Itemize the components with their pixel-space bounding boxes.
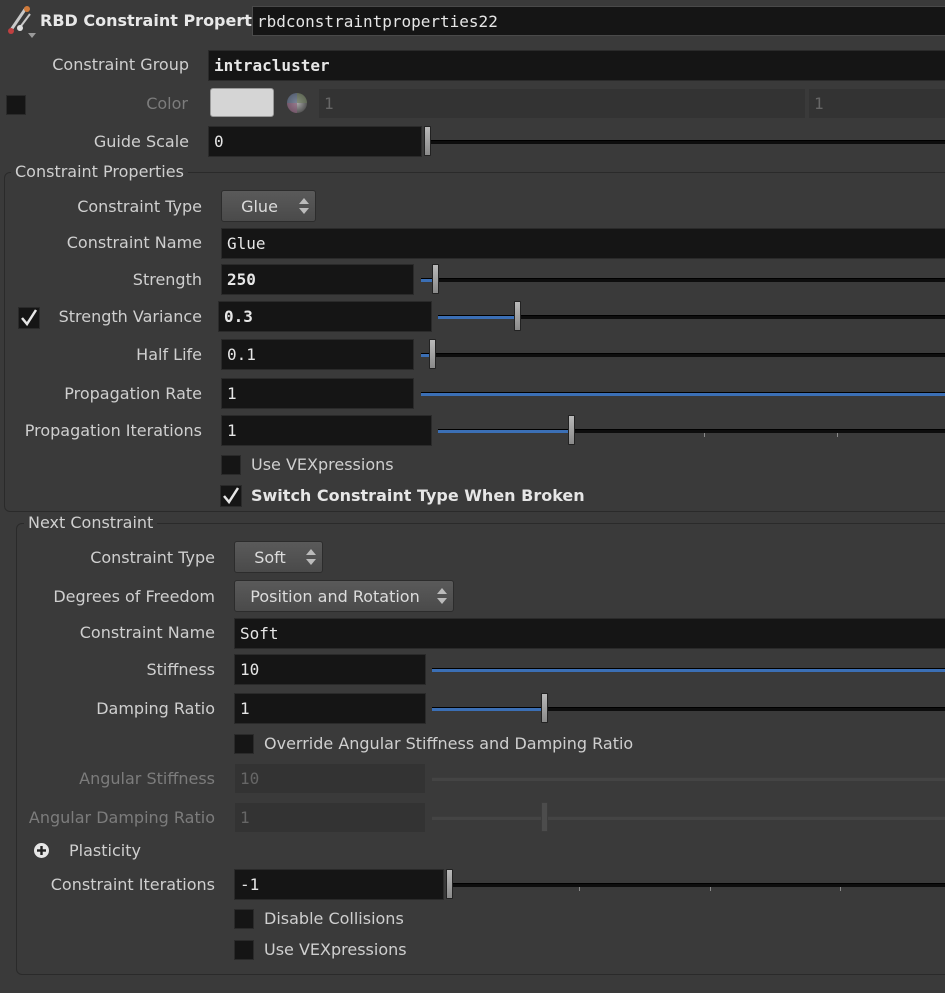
next-use-vexpressions-checkbox[interactable] <box>234 940 254 960</box>
half-life-label: Half Life <box>136 345 202 364</box>
propagation-rate-field[interactable]: 1 <box>221 378 414 409</box>
guide-scale-label: Guide Scale <box>93 132 189 151</box>
node-name-field[interactable]: rbdconstraintproperties22 <box>252 6 945 36</box>
damping-ratio-label: Damping Ratio <box>96 699 215 718</box>
next-constraint-name-field[interactable]: Soft <box>234 618 945 649</box>
override-angular-label: Override Angular Stiffness and Damping R… <box>264 734 634 753</box>
strength-variance-slider-handle[interactable] <box>514 301 521 331</box>
propagation-iterations-field[interactable]: 1 <box>221 415 432 446</box>
angular-stiffness-slider[interactable] <box>432 777 945 781</box>
color-wheel-icon[interactable] <box>286 92 308 114</box>
constraint-iterations-slider-handle[interactable] <box>446 869 453 899</box>
plasticity-folder-label[interactable]: Plasticity <box>69 841 141 860</box>
constraint-name-label: Constraint Name <box>66 233 202 252</box>
propagation-iterations-slider-handle[interactable] <box>568 415 575 445</box>
color-value-1[interactable]: 1 <box>318 88 806 119</box>
angular-damping-slider[interactable] <box>432 816 945 820</box>
half-life-field[interactable]: 0.1 <box>221 339 414 370</box>
dof-menu[interactable]: Position and Rotation <box>234 580 454 612</box>
constraint-group-field[interactable]: intracluster <box>208 50 945 81</box>
override-angular-checkbox[interactable] <box>234 734 254 754</box>
rbd-node-icon[interactable] <box>6 4 36 38</box>
constraint-properties-title: Constraint Properties <box>11 162 188 181</box>
use-vexpressions-label: Use VEXpressions <box>251 455 394 474</box>
disable-collisions-label: Disable Collisions <box>264 909 404 928</box>
constraint-iterations-label: Constraint Iterations <box>50 875 215 894</box>
angular-damping-label: Angular Damping Ratio <box>28 808 215 827</box>
strength-slider-handle[interactable] <box>432 264 439 294</box>
constraint-type-value: Glue <box>241 197 278 216</box>
slider-tick <box>710 887 711 891</box>
damping-ratio-field[interactable]: 1 <box>234 693 426 724</box>
stiffness-label: Stiffness <box>146 660 215 679</box>
slider-tick <box>840 887 841 891</box>
slider-tick <box>704 433 705 437</box>
up-down-arrows-icon <box>437 588 447 604</box>
guide-scale-slider-handle[interactable] <box>424 126 431 156</box>
propagation-iterations-slider[interactable] <box>438 429 945 433</box>
angular-stiffness-label: Angular Stiffness <box>79 769 215 788</box>
color-swatch[interactable] <box>210 88 274 117</box>
angular-stiffness-field[interactable]: 10 <box>234 763 426 794</box>
dof-label: Degrees of Freedom <box>53 587 215 606</box>
use-vexpressions-checkbox[interactable] <box>221 455 241 475</box>
up-down-arrows-icon <box>306 549 316 565</box>
slider-tick <box>837 433 838 437</box>
guide-scale-field[interactable]: 0 <box>208 126 422 157</box>
strength-variance-field[interactable]: 0.3 <box>218 301 432 332</box>
disable-collisions-checkbox[interactable] <box>234 909 254 929</box>
constraint-group-label: Constraint Group <box>52 55 189 74</box>
constraint-iterations-field[interactable]: -1 <box>234 869 444 900</box>
switch-type-label: Switch Constraint Type When Broken <box>251 486 585 505</box>
propagation-rate-label: Propagation Rate <box>64 384 202 403</box>
next-constraint-title: Next Constraint <box>24 513 158 532</box>
switch-type-checkbox[interactable] <box>220 485 242 507</box>
color-value-2[interactable]: 1 <box>808 88 945 119</box>
angular-damping-slider-handle[interactable] <box>541 802 548 832</box>
next-constraint-type-menu[interactable]: Soft <box>234 541 323 573</box>
angular-damping-field[interactable]: 1 <box>234 802 426 833</box>
strength-field[interactable]: 250 <box>221 264 414 295</box>
half-life-slider[interactable] <box>421 353 945 357</box>
damping-ratio-slider-handle[interactable] <box>541 693 548 723</box>
strength-slider[interactable] <box>421 278 945 282</box>
color-label: Color <box>146 94 188 113</box>
strength-variance-label: Strength Variance <box>58 307 202 326</box>
dof-value: Position and Rotation <box>250 587 420 606</box>
node-type-title: RBD Constraint Properties <box>40 11 278 30</box>
propagation-iterations-label: Propagation Iterations <box>24 421 202 440</box>
stiffness-field[interactable]: 10 <box>234 654 426 685</box>
stiffness-slider[interactable] <box>432 668 945 672</box>
expand-plus-icon[interactable] <box>33 842 50 859</box>
guide-scale-slider[interactable] <box>426 140 945 144</box>
slider-tick <box>579 887 580 891</box>
constraint-iterations-slider[interactable] <box>449 883 945 887</box>
constraint-type-label: Constraint Type <box>77 197 202 216</box>
node-header: RBD Constraint Properties rbdconstraintp… <box>0 0 945 42</box>
constraint-type-menu[interactable]: Glue <box>221 190 316 222</box>
propagation-rate-slider[interactable] <box>421 392 945 396</box>
damping-ratio-slider[interactable] <box>432 707 945 711</box>
constraint-name-field[interactable]: Glue <box>221 228 945 259</box>
next-constraint-name-label: Constraint Name <box>79 623 215 642</box>
up-down-arrows-icon <box>299 198 309 214</box>
next-constraint-type-label: Constraint Type <box>90 548 215 567</box>
constraint-properties-frame <box>4 172 945 512</box>
half-life-slider-handle[interactable] <box>429 339 436 369</box>
next-use-vexpressions-label: Use VEXpressions <box>264 940 407 959</box>
strength-label: Strength <box>132 270 202 289</box>
next-constraint-type-value: Soft <box>254 548 286 567</box>
